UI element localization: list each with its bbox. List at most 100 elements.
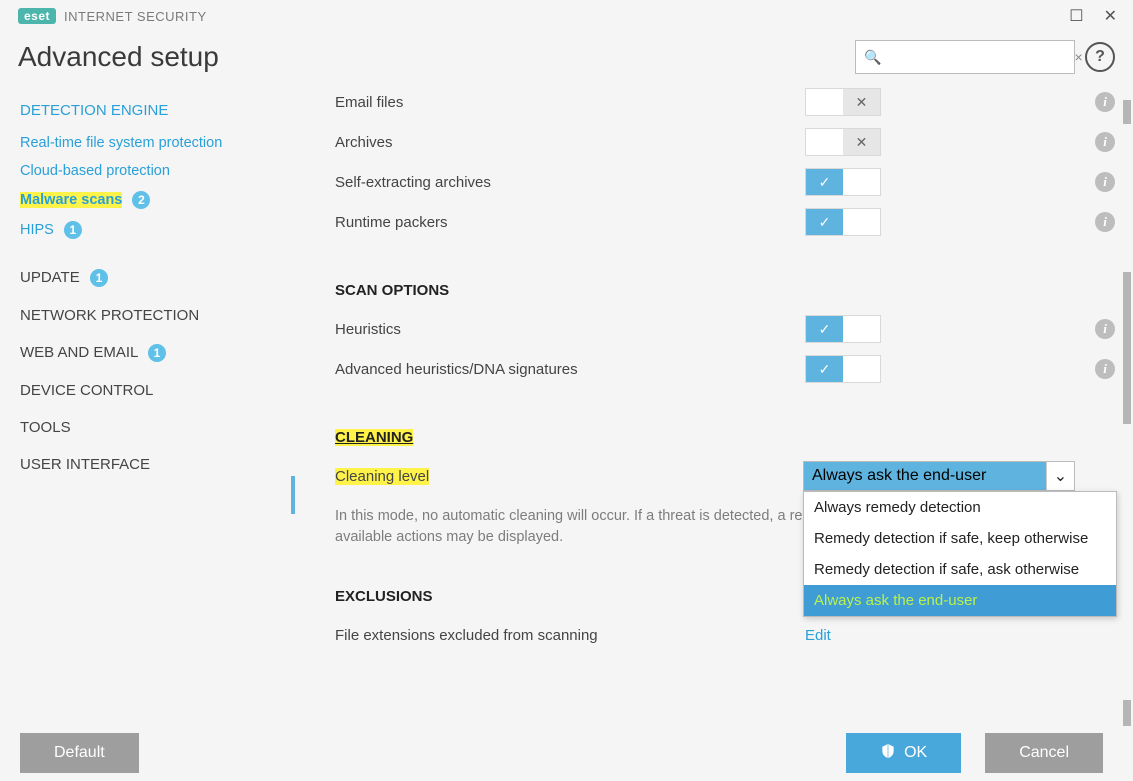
sidebar-item-label: WEB AND EMAIL bbox=[20, 344, 138, 361]
close-icon[interactable]: ✕ bbox=[1104, 6, 1117, 26]
shield-icon bbox=[880, 743, 896, 764]
scrollbar-segment[interactable] bbox=[1123, 700, 1131, 726]
info-icon[interactable]: i bbox=[1095, 172, 1115, 192]
section-scan-options: SCAN OPTIONS bbox=[335, 276, 1115, 309]
help-icon[interactable]: ? bbox=[1085, 42, 1115, 72]
sidebar-detection-engine[interactable]: DETECTION ENGINE bbox=[0, 92, 295, 129]
sidebar-hips[interactable]: HIPS 1 bbox=[0, 215, 295, 245]
brand-area: eset INTERNET SECURITY bbox=[18, 8, 207, 24]
product-name: INTERNET SECURITY bbox=[64, 9, 207, 24]
row-label: Email files bbox=[335, 94, 805, 111]
button-label: Default bbox=[54, 744, 105, 762]
search-input[interactable] bbox=[887, 49, 1068, 65]
row-label: Cleaning level bbox=[335, 468, 803, 485]
info-icon[interactable]: i bbox=[1095, 92, 1115, 112]
row-label: Self-extracting archives bbox=[335, 174, 805, 191]
x-icon: ✕ bbox=[856, 134, 868, 151]
toggle-adv-heuristics[interactable]: ✓ bbox=[805, 355, 881, 383]
sidebar-item-label: HIPS bbox=[20, 222, 54, 238]
row-label: Advanced heuristics/DNA signatures bbox=[335, 361, 805, 378]
button-label: Cancel bbox=[1019, 744, 1069, 762]
row-exclusions: File extensions excluded from scanning E… bbox=[335, 615, 1115, 655]
page-title: Advanced setup bbox=[18, 41, 219, 73]
check-icon: ✓ bbox=[819, 214, 831, 231]
sidebar-realtime[interactable]: Real-time file system protection bbox=[0, 129, 295, 157]
toggle-archives[interactable]: ✕ bbox=[805, 128, 881, 156]
cleaning-level-label: Cleaning level bbox=[335, 468, 429, 485]
badge-count: 2 bbox=[132, 191, 150, 209]
dropdown-option[interactable]: Always remedy detection bbox=[804, 492, 1116, 523]
dropdown-option[interactable]: Remedy detection if safe, ask otherwise bbox=[804, 554, 1116, 585]
sidebar-user-interface[interactable]: USER INTERFACE bbox=[0, 446, 295, 483]
button-label: OK bbox=[904, 744, 927, 762]
sidebar-malware-scans[interactable]: Malware scans 2 bbox=[0, 185, 295, 215]
sidebar-tools[interactable]: TOOLS bbox=[0, 409, 295, 446]
sidebar-item-label: Cloud-based protection bbox=[20, 163, 170, 179]
row-heuristics: Heuristics ✓ i bbox=[335, 309, 1115, 349]
row-cleaning-level: Cleaning level Always ask the end-user ⌄… bbox=[335, 456, 1115, 496]
maximize-icon[interactable]: ☐ bbox=[1069, 6, 1083, 26]
section-accent bbox=[291, 476, 295, 514]
cancel-button[interactable]: Cancel bbox=[985, 733, 1103, 773]
toggle-self-extracting[interactable]: ✓ bbox=[805, 168, 881, 196]
search-box[interactable]: 🔍 × bbox=[855, 40, 1075, 74]
info-icon[interactable]: i bbox=[1095, 212, 1115, 232]
title-bar: eset INTERNET SECURITY ☐ ✕ bbox=[0, 0, 1133, 28]
sidebar-update[interactable]: UPDATE 1 bbox=[0, 259, 295, 297]
content: Email files ✕ i Archives ✕ i Self-extrac… bbox=[295, 82, 1133, 743]
edit-link[interactable]: Edit bbox=[805, 627, 831, 644]
sidebar-web-email[interactable]: WEB AND EMAIL 1 bbox=[0, 334, 295, 372]
badge-count: 1 bbox=[90, 269, 108, 287]
brand-badge: eset bbox=[18, 8, 56, 24]
row-self-extracting: Self-extracting archives ✓ i bbox=[335, 162, 1115, 202]
chevron-down-icon: ⌄ bbox=[1046, 462, 1074, 490]
sidebar-cloud[interactable]: Cloud-based protection bbox=[0, 157, 295, 185]
header-right: 🔍 × ? bbox=[855, 40, 1115, 74]
row-adv-heuristics: Advanced heuristics/DNA signatures ✓ i bbox=[335, 349, 1115, 389]
dropdown-menu: Always remedy detection Remedy detection… bbox=[803, 491, 1117, 617]
dropdown-selected[interactable]: Always ask the end-user ⌄ bbox=[803, 461, 1075, 491]
footer: Default OK Cancel bbox=[0, 725, 1133, 781]
sidebar-device[interactable]: DEVICE CONTROL bbox=[0, 372, 295, 409]
scrollbar-segment[interactable] bbox=[1123, 272, 1131, 424]
sidebar-item-label: DETECTION ENGINE bbox=[20, 102, 168, 119]
sidebar-item-label: USER INTERFACE bbox=[20, 456, 150, 473]
row-label: Heuristics bbox=[335, 321, 805, 338]
x-icon: ✕ bbox=[856, 94, 868, 111]
sidebar-item-label: TOOLS bbox=[20, 419, 71, 436]
row-label: Runtime packers bbox=[335, 214, 805, 231]
badge-count: 1 bbox=[64, 221, 82, 239]
info-icon[interactable]: i bbox=[1095, 319, 1115, 339]
sidebar: DETECTION ENGINE Real-time file system p… bbox=[0, 82, 295, 743]
row-label: Archives bbox=[335, 134, 805, 151]
badge-count: 1 bbox=[148, 344, 166, 362]
check-icon: ✓ bbox=[819, 174, 831, 191]
main: DETECTION ENGINE Real-time file system p… bbox=[0, 82, 1133, 743]
sidebar-network[interactable]: NETWORK PROTECTION bbox=[0, 297, 295, 334]
dropdown-option[interactable]: Remedy detection if safe, keep otherwise bbox=[804, 523, 1116, 554]
row-archives: Archives ✕ i bbox=[335, 122, 1115, 162]
default-button[interactable]: Default bbox=[20, 733, 139, 773]
row-label: File extensions excluded from scanning bbox=[335, 627, 805, 644]
window-controls: ☐ ✕ bbox=[1069, 6, 1123, 26]
info-icon[interactable]: i bbox=[1095, 132, 1115, 152]
header-row: Advanced setup 🔍 × ? bbox=[0, 28, 1133, 82]
row-runtime-packers: Runtime packers ✓ i bbox=[335, 202, 1115, 242]
dropdown-selected-text: Always ask the end-user bbox=[804, 462, 1046, 490]
ok-button[interactable]: OK bbox=[846, 733, 961, 773]
dropdown-option-selected[interactable]: Always ask the end-user bbox=[804, 585, 1116, 616]
toggle-runtime-packers[interactable]: ✓ bbox=[805, 208, 881, 236]
toggle-email-files[interactable]: ✕ bbox=[805, 88, 881, 116]
row-email-files: Email files ✕ i bbox=[335, 82, 1115, 122]
check-icon: ✓ bbox=[819, 321, 831, 338]
sidebar-item-label: NETWORK PROTECTION bbox=[20, 307, 199, 324]
check-icon: ✓ bbox=[819, 361, 831, 378]
cleaning-level-dropdown[interactable]: Always ask the end-user ⌄ Always remedy … bbox=[803, 461, 1075, 491]
search-icon: 🔍 bbox=[864, 49, 881, 66]
clear-search-icon[interactable]: × bbox=[1074, 49, 1082, 65]
sidebar-item-label: Real-time file system protection bbox=[20, 135, 222, 151]
info-icon[interactable]: i bbox=[1095, 359, 1115, 379]
scrollbar-segment[interactable] bbox=[1123, 100, 1131, 124]
toggle-heuristics[interactable]: ✓ bbox=[805, 315, 881, 343]
sidebar-item-label: UPDATE bbox=[20, 269, 80, 286]
